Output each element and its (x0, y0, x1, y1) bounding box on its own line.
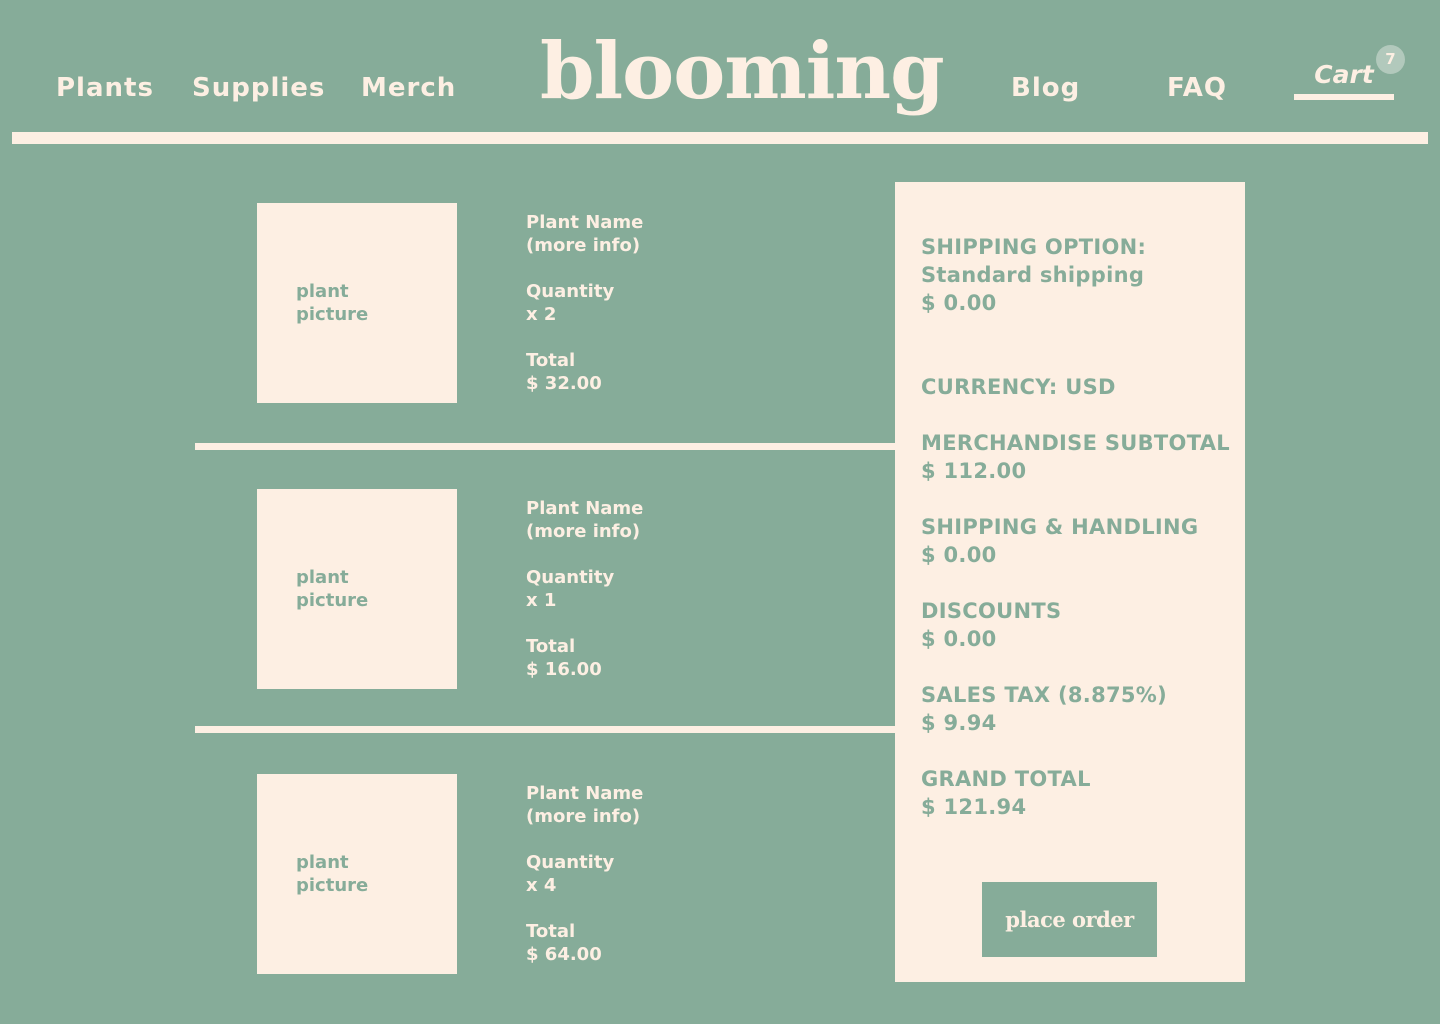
cart-count-badge: 7 (1376, 45, 1405, 74)
tax-value: $ 9.94 (921, 711, 997, 735)
discounts-value: $ 0.00 (921, 627, 997, 651)
handling-label: SHIPPING & HANDLING (921, 515, 1199, 539)
item-total-label: Total (526, 921, 576, 942)
cart-item-details: Plant Name (more info) Quantity x 2 Tota… (526, 211, 786, 418)
shipping-option-value[interactable]: Standard shipping (921, 261, 1241, 289)
cart-label: Cart (1314, 60, 1374, 89)
shipping-option-price: $ 0.00 (921, 291, 997, 315)
nav-merch[interactable]: Merch (361, 72, 456, 104)
item-quantity-label: Quantity (526, 281, 615, 302)
subtotal-value: $ 112.00 (921, 459, 1027, 483)
item-quantity-label: Quantity (526, 852, 615, 873)
item-divider (195, 726, 895, 733)
item-picture-placeholder: plant picture (296, 281, 369, 325)
item-picture-placeholder: plant picture (296, 567, 369, 611)
item-name[interactable]: Plant Name (526, 497, 786, 520)
item-picture[interactable]: plant picture (257, 203, 457, 403)
item-more-info-link[interactable]: (more info) (526, 805, 786, 828)
grand-total-label: GRAND TOTAL (921, 767, 1091, 791)
shipping-handling: SHIPPING & HANDLING $ 0.00 (921, 513, 1241, 569)
shipping-option[interactable]: SHIPPING OPTION: Standard shipping $ 0.0… (921, 233, 1241, 317)
tax-label: SALES TAX (8.875%) (921, 683, 1168, 707)
item-name[interactable]: Plant Name (526, 211, 786, 234)
cart-item-details: Plant Name (more info) Quantity x 1 Tota… (526, 497, 786, 704)
sales-tax: SALES TAX (8.875%) $ 9.94 (921, 681, 1241, 737)
place-order-button[interactable]: place order (982, 882, 1157, 957)
grand-total: GRAND TOTAL $ 121.94 (921, 765, 1241, 821)
discounts: DISCOUNTS $ 0.00 (921, 597, 1241, 653)
nav-supplies[interactable]: Supplies (192, 72, 325, 104)
discounts-label: DISCOUNTS (921, 599, 1062, 623)
order-summary-panel: SHIPPING OPTION: Standard shipping $ 0.0… (895, 182, 1245, 982)
item-total-label: Total (526, 350, 576, 371)
handling-value: $ 0.00 (921, 543, 997, 567)
item-picture[interactable]: plant picture (257, 489, 457, 689)
item-quantity-label: Quantity (526, 567, 615, 588)
item-divider (195, 443, 895, 450)
item-total: $ 16.00 (526, 659, 602, 680)
shipping-option-label: SHIPPING OPTION: (921, 235, 1147, 259)
item-more-info-link[interactable]: (more info) (526, 520, 786, 543)
item-quantity: x 2 (526, 304, 557, 325)
currency-label: CURRENCY: USD (921, 375, 1116, 399)
cart-item-details: Plant Name (more info) Quantity x 4 Tota… (526, 782, 786, 989)
item-total: $ 32.00 (526, 373, 602, 394)
item-total: $ 64.00 (526, 944, 602, 965)
item-total-label: Total (526, 636, 576, 657)
item-quantity: x 1 (526, 590, 557, 611)
item-picture[interactable]: plant picture (257, 774, 457, 974)
header-divider (12, 132, 1428, 144)
grand-total-value: $ 121.94 (921, 795, 1027, 819)
merchandise-subtotal: MERCHANDISE SUBTOTAL $ 112.00 (921, 429, 1241, 485)
nav-blog[interactable]: Blog (1011, 72, 1080, 104)
item-quantity: x 4 (526, 875, 557, 896)
currency: CURRENCY: USD (921, 373, 1241, 401)
nav-plants[interactable]: Plants (56, 72, 154, 104)
item-more-info-link[interactable]: (more info) (526, 234, 786, 257)
site-logo[interactable]: blooming (540, 22, 945, 122)
nav-faq[interactable]: FAQ (1167, 72, 1227, 104)
item-picture-placeholder: plant picture (296, 852, 369, 896)
item-name[interactable]: Plant Name (526, 782, 786, 805)
subtotal-label: MERCHANDISE SUBTOTAL (921, 431, 1230, 455)
